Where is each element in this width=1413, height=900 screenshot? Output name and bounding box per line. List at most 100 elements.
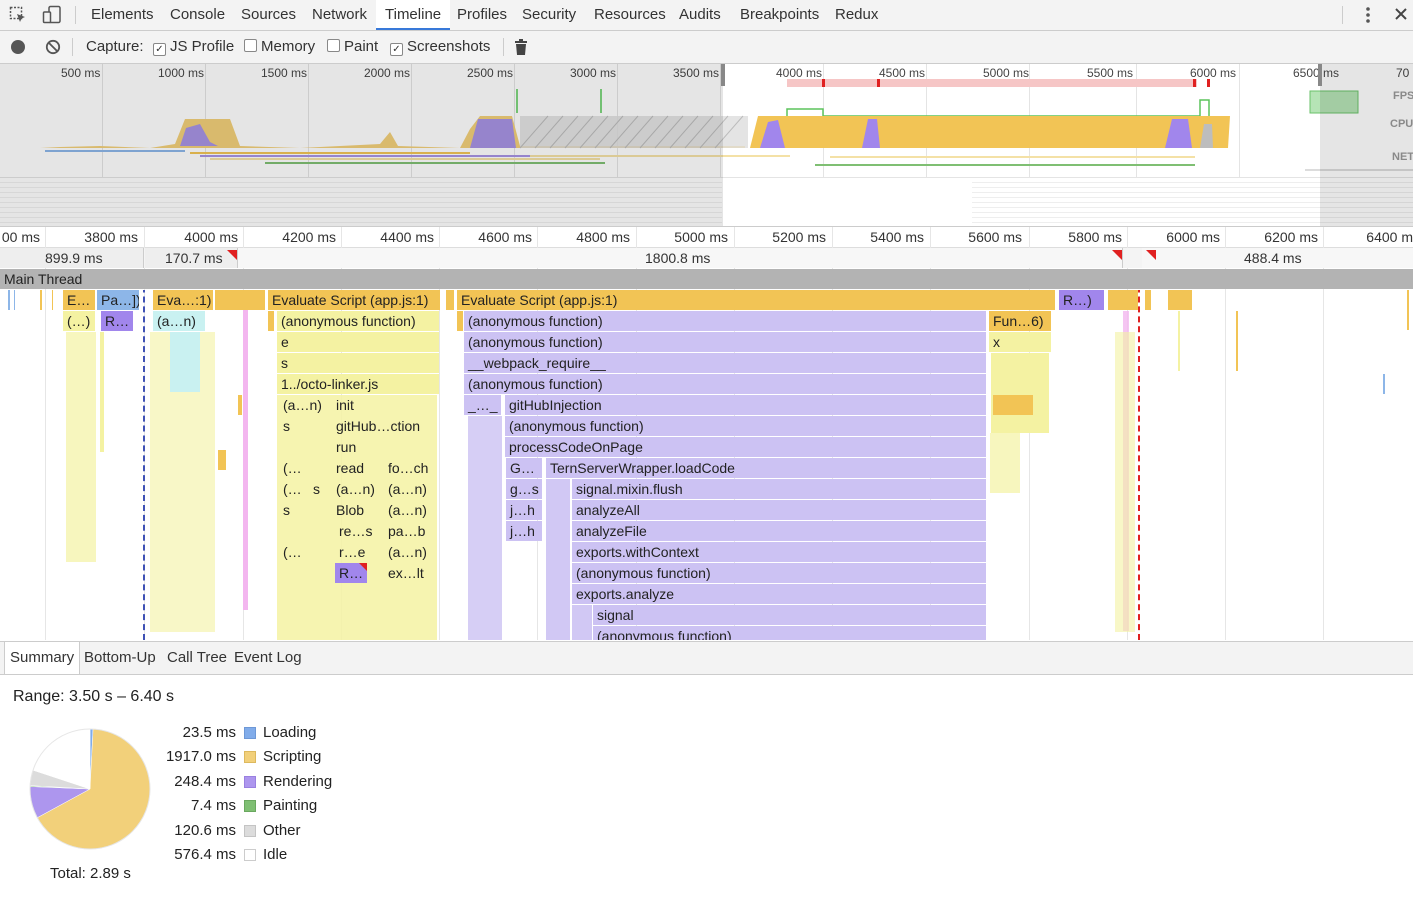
flame-event[interactable]: fo…ch (384, 458, 428, 478)
flame-event[interactable]: signal.mixin.flush (572, 479, 986, 499)
legend-value: 7.4 ms (190, 797, 236, 814)
flame-event[interactable]: (a…n) (384, 479, 427, 499)
flame-event[interactable]: ex…lt (384, 563, 424, 583)
flame-event[interactable]: r…e (335, 542, 365, 562)
tab-event-log[interactable]: Event Log (234, 642, 302, 674)
flame-chart[interactable]: E… Pa…]) (…) R… Eva…:1) (a…n) Evaluate S… (0, 290, 1413, 640)
more-options-icon[interactable] (1362, 5, 1374, 25)
flame-event[interactable]: j…h (506, 521, 542, 541)
flame-event[interactable]: s (279, 500, 290, 520)
flame-event[interactable]: processCodeOnPage (505, 437, 986, 457)
flame-event[interactable]: read (332, 458, 364, 478)
flame-event[interactable]: R…) (1059, 290, 1104, 310)
tab-breakpoints[interactable]: Breakpoints (740, 0, 819, 30)
tab-sources[interactable]: Sources (241, 0, 296, 30)
flame-event[interactable]: run (332, 437, 356, 457)
paint-checkbox[interactable]: Paint (327, 31, 378, 63)
tab-console[interactable]: Console (170, 0, 225, 30)
main-thread-header[interactable]: Main Thread (0, 269, 1413, 289)
flame-event[interactable]: (a…n) (384, 500, 427, 520)
ruler-tick: 6200 ms (1264, 229, 1318, 245)
tab-bottom-up[interactable]: Bottom-Up (84, 642, 156, 674)
flame-event[interactable]: (a…n) (153, 311, 205, 331)
tab-security[interactable]: Security (522, 0, 576, 30)
tab-call-tree[interactable]: Call Tree (167, 642, 227, 674)
tab-redux[interactable]: Redux (835, 0, 878, 30)
flame-event[interactable]: analyzeFile (572, 521, 986, 541)
record-icon[interactable] (11, 40, 25, 54)
flame-event[interactable]: (anonymous function) (464, 332, 986, 352)
flame-event[interactable]: s (277, 353, 439, 373)
flame-event[interactable]: re…s (335, 521, 372, 541)
flame-event[interactable]: __webpack_require__ (464, 353, 986, 373)
flame-event[interactable]: s (309, 479, 320, 499)
flame-event[interactable]: (anonymous function) (572, 563, 986, 583)
timeline-overview[interactable]: 500 ms 1000 ms 1500 ms 2000 ms 2500 ms 3… (0, 64, 1413, 227)
flame-event[interactable]: x (989, 332, 1051, 352)
clear-icon[interactable] (45, 39, 61, 55)
flame-event[interactable]: (anonymous function) (464, 311, 986, 331)
flame-event[interactable]: (… (279, 479, 302, 499)
legend-swatch (244, 849, 256, 861)
tab-timeline[interactable]: Timeline (376, 0, 451, 30)
inspect-element-icon[interactable] (9, 6, 27, 24)
summary-total: Total: 2.89 s (50, 865, 131, 882)
tab-audits[interactable]: Audits (679, 0, 721, 30)
device-mode-icon[interactable] (42, 5, 62, 25)
flame-event[interactable]: s (279, 416, 290, 436)
legend-swatch (244, 727, 256, 739)
trash-icon[interactable] (514, 39, 528, 56)
legend-value: 120.6 ms (174, 822, 236, 839)
long-frame-warning-icon (227, 250, 237, 260)
flame-event[interactable]: g…s (506, 479, 542, 499)
flame-event[interactable]: (a…n) (332, 479, 375, 499)
ruler-tick: 3800 ms (84, 229, 138, 245)
screenshots-checkbox[interactable]: ✓ Screenshots (390, 31, 490, 63)
flame-event[interactable]: exports.withContext (572, 542, 986, 562)
flame-event[interactable]: Evaluate Script (app.js:1) (457, 290, 1055, 310)
selection-handle-left[interactable] (721, 64, 725, 86)
flame-event[interactable]: Eva…:1) (153, 290, 213, 310)
flame-event[interactable]: (anonymous function) (593, 626, 986, 640)
flame-event[interactable]: analyzeAll (572, 500, 986, 520)
tab-resources[interactable]: Resources (594, 0, 666, 30)
ruler-tick: 6000 ms (1166, 229, 1220, 245)
flame-event[interactable]: pa…b (384, 521, 425, 541)
tab-elements[interactable]: Elements (91, 0, 154, 30)
flame-event[interactable]: (…) (63, 311, 95, 331)
tab-network[interactable]: Network (312, 0, 367, 30)
flame-event[interactable]: E… (63, 290, 95, 310)
flame-event[interactable]: _…_ (464, 395, 501, 415)
flame-event[interactable]: gitHub…ction (332, 416, 420, 436)
flame-event[interactable]: (a…n) (279, 395, 322, 415)
flame-event[interactable]: Blob (332, 500, 364, 520)
flame-event[interactable]: e (277, 332, 439, 352)
flame-event[interactable]: Fun…6) (989, 311, 1051, 331)
flame-event[interactable]: R… (101, 311, 133, 331)
flame-event[interactable]: signal (593, 605, 986, 625)
close-icon[interactable] (1393, 6, 1409, 22)
flame-event[interactable]: exports.analyze (572, 584, 986, 604)
selection-handle-right[interactable] (1318, 64, 1322, 86)
flame-event[interactable]: Pa…]) (97, 290, 139, 310)
flame-event[interactable]: j…h (506, 500, 542, 520)
tab-profiles[interactable]: Profiles (457, 0, 507, 30)
flame-event[interactable]: (anonymous function) (464, 374, 986, 394)
flame-event[interactable]: (a…n) (384, 542, 427, 562)
js-profile-checkbox[interactable]: ✓ JS Profile (153, 31, 234, 63)
memory-checkbox[interactable]: Memory (244, 31, 315, 63)
legend-label: Idle (263, 846, 288, 863)
flame-event[interactable]: G… (506, 458, 542, 478)
flame-event[interactable]: (… (279, 458, 302, 478)
flame-event[interactable]: init (332, 395, 354, 415)
flame-event[interactable]: (anonymous function) (505, 416, 986, 436)
flame-event[interactable]: (… (279, 542, 302, 562)
frame-duration: 899.9 ms (45, 250, 103, 266)
flame-event[interactable]: Evaluate Script (app.js:1) (268, 290, 440, 310)
long-frame-warning-icon (1146, 250, 1156, 260)
flame-event[interactable]: (anonymous function) (277, 311, 439, 331)
tab-summary[interactable]: Summary (4, 642, 81, 674)
flame-event[interactable]: 1../octo-linker.js (277, 374, 439, 394)
flame-event[interactable]: gitHubInjection (505, 395, 986, 415)
flame-event[interactable]: TernServerWrapper.loadCode (546, 458, 986, 478)
